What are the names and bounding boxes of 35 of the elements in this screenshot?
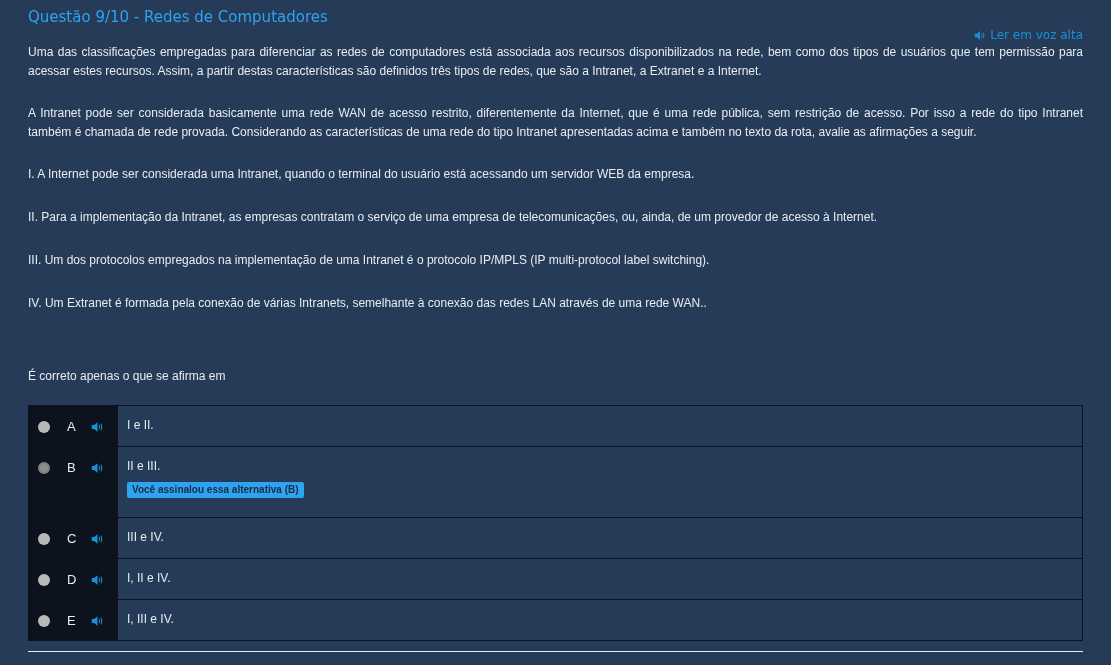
answer-option[interactable]: D I, II e IV. (28, 559, 1083, 600)
statement-text: II. Para a implementação da Intranet, as empresas contratam o serviço de uma empresa de telecomunicações, ou, ainda, de um provedor de acesso à Internet. (28, 209, 879, 226)
question-paragraph: A Intranet pode ser considerada basicamente uma rede WAN de acesso restrito, diferentemente da Internet, que é uma rede pública, sem restrição de acesso. Por isso a rede do tipo Intranet também é chamada de rede provada. Considerando as características de uma rede do tipo Intranet apresentadas acima e também no texto da rota, avalie as afirmações a seguir. (28, 105, 1083, 141)
radio-button[interactable] (38, 533, 50, 545)
statement-text: IV. Um Extranet é formada pela conexão de várias Intranets, semelhante à conexão das redes LAN através de uma rede WAN.. (28, 295, 708, 312)
option-letter: B (67, 459, 77, 477)
speaker-icon[interactable] (91, 533, 104, 545)
option-text: III e IV. (127, 529, 165, 546)
answer-option[interactable]: B II e III. Você assinalou essa alternativa (B) (28, 447, 1083, 518)
option-letter: E (67, 612, 77, 630)
option-letter: C (67, 530, 78, 548)
option-text: I e II. (127, 417, 155, 434)
prompt-text: É correto apenas o que se afirma em (28, 367, 227, 385)
radio-button[interactable] (38, 615, 50, 627)
question-paragraph: Uma das classificações empregadas para diferenciar as redes de computadores está associada aos recursos disponibilizados na rede, bem como dos tipos de usuários que tem permissão para acessar estes recursos. Assim, a partir destas características são definidos três tipos de redes, que são a Intranet, a Extranet e a Internet. (28, 44, 1083, 80)
option-text: I, II e IV. (127, 570, 172, 587)
answer-option[interactable]: C III e IV. (28, 518, 1083, 559)
option-letter: D (67, 571, 78, 589)
option-text: II e III. (127, 458, 162, 475)
speaker-icon[interactable] (91, 421, 104, 433)
answer-option[interactable]: E I, III e IV. (28, 600, 1083, 641)
option-letter: A (67, 418, 77, 436)
speaker-icon[interactable] (91, 615, 104, 627)
speaker-icon[interactable] (91, 462, 104, 474)
statement-text: I. A Internet pode ser considerada uma Intranet, quando o terminal do usuário está acessando um servidor WEB da empresa. (28, 166, 696, 183)
radio-button[interactable] (38, 421, 50, 433)
speaker-icon[interactable] (91, 574, 104, 586)
question-title: Questão 9/10 - Redes de Computadores (28, 7, 329, 28)
radio-button[interactable] (38, 574, 50, 586)
speaker-icon[interactable] (974, 29, 987, 41)
statement-text: III. Um dos protocolos empregados na implementação de uma Intranet é o protocolo IP/MPLS (IP multi-protocol label switching). (28, 252, 711, 269)
radio-button[interactable] (38, 462, 50, 474)
option-text: I, III e IV. (127, 611, 175, 628)
answer-option[interactable]: A I e II. (28, 406, 1083, 447)
selection-badge: Você assinalou essa alternativa (B) (127, 482, 304, 498)
